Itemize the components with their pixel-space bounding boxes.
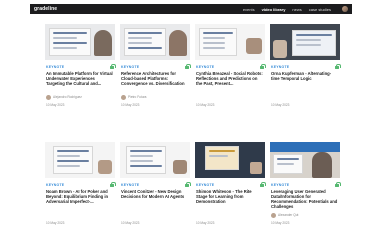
video-date: 10 May 2023 <box>196 103 215 107</box>
author-row <box>46 212 114 218</box>
unlock-icon <box>335 182 341 187</box>
unlock-icon <box>110 182 116 187</box>
nav-link-case-studies[interactable]: case studies <box>309 7 331 12</box>
author-avatar <box>271 212 276 218</box>
video-card[interactable]: KEYNOTE Cynthia Breazeal - Social Robots… <box>195 24 266 120</box>
category-tag: KEYNOTE <box>46 182 65 187</box>
nav-link-events[interactable]: events <box>243 7 255 12</box>
video-thumbnail[interactable] <box>45 24 115 60</box>
user-avatar-icon[interactable] <box>342 6 348 12</box>
author-avatar <box>121 94 126 100</box>
unlock-icon <box>185 182 191 187</box>
video-title[interactable]: Shimon Whiteson - The Rite Stage for Lea… <box>196 189 264 209</box>
video-date: 10 May 2023 <box>46 221 65 225</box>
video-title[interactable]: Noam Brown - AI for Poker and Beyond: Eq… <box>46 189 114 209</box>
author-name: Pietro Futura <box>128 95 147 99</box>
unlock-icon <box>335 64 341 69</box>
unlock-icon <box>185 64 191 69</box>
main-nav: events video library news case studies <box>243 6 348 12</box>
video-title[interactable]: Reference Architectures for Cloud-based … <box>121 71 189 91</box>
site-logo[interactable]: gradeline <box>34 6 57 12</box>
category-tag: KEYNOTE <box>196 64 215 69</box>
video-title[interactable]: Vincent Conitzer - New Design Decisions … <box>121 189 189 209</box>
video-card[interactable]: KEYNOTE Noam Brown - AI for Poker and Be… <box>45 142 116 238</box>
video-thumbnail[interactable] <box>195 142 265 178</box>
video-grid: KEYNOTE An Immutable Platform for Virtua… <box>45 24 341 238</box>
author-row: Pietro Futura <box>121 94 189 100</box>
video-thumbnail[interactable] <box>45 142 115 178</box>
nav-link-video-library[interactable]: video library <box>262 7 286 12</box>
video-date: 10 May 2023 <box>271 221 290 225</box>
author-row: Alexander Qut <box>271 212 339 218</box>
video-card[interactable]: KEYNOTE Leveraging User Generated Data/I… <box>270 142 341 238</box>
author-row: Alejandro Rodriguez <box>46 94 114 100</box>
nav-link-news[interactable]: news <box>292 7 301 12</box>
video-title[interactable]: Leveraging User Generated Data/Informati… <box>271 189 339 209</box>
author-row <box>196 212 264 218</box>
video-title[interactable]: An Immutable Platform for Virtual Underw… <box>46 71 114 91</box>
video-date: 10 May 2023 <box>46 103 65 107</box>
video-card[interactable]: KEYNOTE Vincent Conitzer - New Design De… <box>120 142 191 238</box>
author-avatar <box>46 94 51 100</box>
video-thumbnail[interactable] <box>120 24 190 60</box>
category-tag: KEYNOTE <box>121 64 140 69</box>
video-card[interactable]: KEYNOTE An Immutable Platform for Virtua… <box>45 24 116 120</box>
author-row <box>196 94 264 100</box>
author-row <box>271 94 339 100</box>
unlock-icon <box>110 64 116 69</box>
video-thumbnail[interactable] <box>120 142 190 178</box>
author-name: Alejandro Rodriguez <box>53 95 82 99</box>
video-date: 10 May 2023 <box>121 103 140 107</box>
video-date: 10 May 2023 <box>271 103 290 107</box>
video-thumbnail[interactable] <box>270 142 340 178</box>
video-card[interactable]: KEYNOTE Orna Kupferman - Alternating-tim… <box>270 24 341 120</box>
category-tag: KEYNOTE <box>196 182 215 187</box>
author-name: Alexander Qut <box>278 213 299 217</box>
category-tag: KEYNOTE <box>271 182 290 187</box>
unlock-icon <box>260 182 266 187</box>
top-nav-bar: gradeline events video library news case… <box>30 4 352 14</box>
unlock-icon <box>260 64 266 69</box>
video-card[interactable]: KEYNOTE Reference Architectures for Clou… <box>120 24 191 120</box>
author-row <box>121 212 189 218</box>
category-tag: KEYNOTE <box>46 64 65 69</box>
video-thumbnail[interactable] <box>195 24 265 60</box>
video-title[interactable]: Orna Kupferman - Alternating-time Tempor… <box>271 71 339 91</box>
video-title[interactable]: Cynthia Breazeal - Social Robots: Reflec… <box>196 71 264 91</box>
video-date: 10 May 2023 <box>196 221 215 225</box>
video-date: 10 May 2023 <box>121 221 140 225</box>
video-thumbnail[interactable] <box>270 24 340 60</box>
video-card[interactable]: KEYNOTE Shimon Whiteson - The Rite Stage… <box>195 142 266 238</box>
category-tag: KEYNOTE <box>121 182 140 187</box>
category-tag: KEYNOTE <box>271 64 290 69</box>
